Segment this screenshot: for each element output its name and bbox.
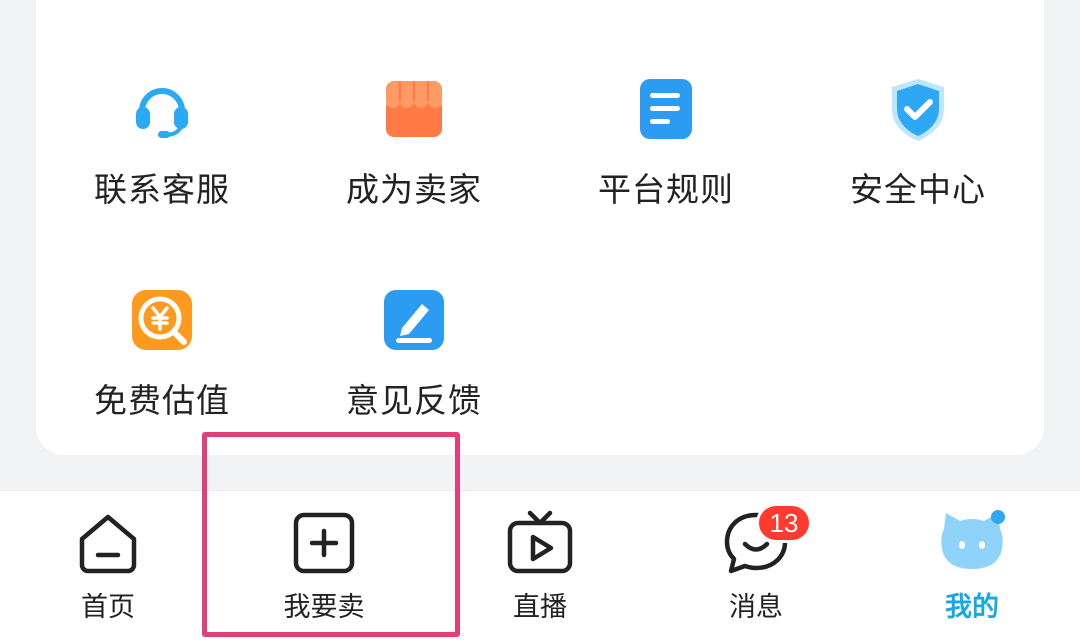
service-free-valuation[interactable]: 免费估值 xyxy=(36,288,288,468)
tab-home[interactable]: 首页 xyxy=(0,491,216,641)
tab-label: 首页 xyxy=(81,592,135,623)
cat-avatar-icon xyxy=(941,510,1005,569)
service-platform-rules[interactable]: 平台规则 xyxy=(540,77,792,257)
service-feedback[interactable]: 意见反馈 xyxy=(288,288,540,468)
bottom-tab-bar: 首页 我要卖 直播 13 消息 我的 xyxy=(0,490,1080,641)
home-icon xyxy=(79,514,137,574)
live-tv-icon xyxy=(507,510,573,574)
service-label: 成为卖家 xyxy=(346,170,482,209)
services-card: 联系客服 成为卖家 平台规则 安全中心 免费估值 意见反馈 xyxy=(36,0,1044,455)
yuan-search-icon xyxy=(132,290,192,350)
storefront-icon xyxy=(386,81,442,137)
messages-icon-wrap: 13 xyxy=(720,503,812,579)
document-icon xyxy=(640,79,692,139)
service-label: 安全中心 xyxy=(850,170,986,209)
headset-icon xyxy=(136,88,188,138)
add-square-icon xyxy=(293,512,355,574)
tab-live[interactable]: 直播 xyxy=(432,491,648,641)
tab-me[interactable]: 我的 xyxy=(864,491,1080,641)
service-label: 免费估值 xyxy=(94,381,230,420)
service-become-seller[interactable]: 成为卖家 xyxy=(288,77,540,257)
service-contact-support[interactable]: 联系客服 xyxy=(36,77,288,257)
service-label: 意见反馈 xyxy=(346,381,482,420)
tab-sell[interactable]: 我要卖 xyxy=(216,491,432,641)
tab-label: 直播 xyxy=(513,592,567,623)
tab-label: 我的 xyxy=(945,592,999,623)
tab-label: 消息 xyxy=(729,592,783,623)
service-label: 联系客服 xyxy=(94,170,230,209)
service-security-center[interactable]: 安全中心 xyxy=(792,77,1044,257)
shield-icon xyxy=(892,79,944,141)
tab-label: 我要卖 xyxy=(283,592,365,623)
service-label: 平台规则 xyxy=(598,170,734,209)
tab-messages[interactable]: 13 消息 xyxy=(648,491,864,641)
unread-badge: 13 xyxy=(756,503,812,543)
edit-icon xyxy=(384,290,444,350)
